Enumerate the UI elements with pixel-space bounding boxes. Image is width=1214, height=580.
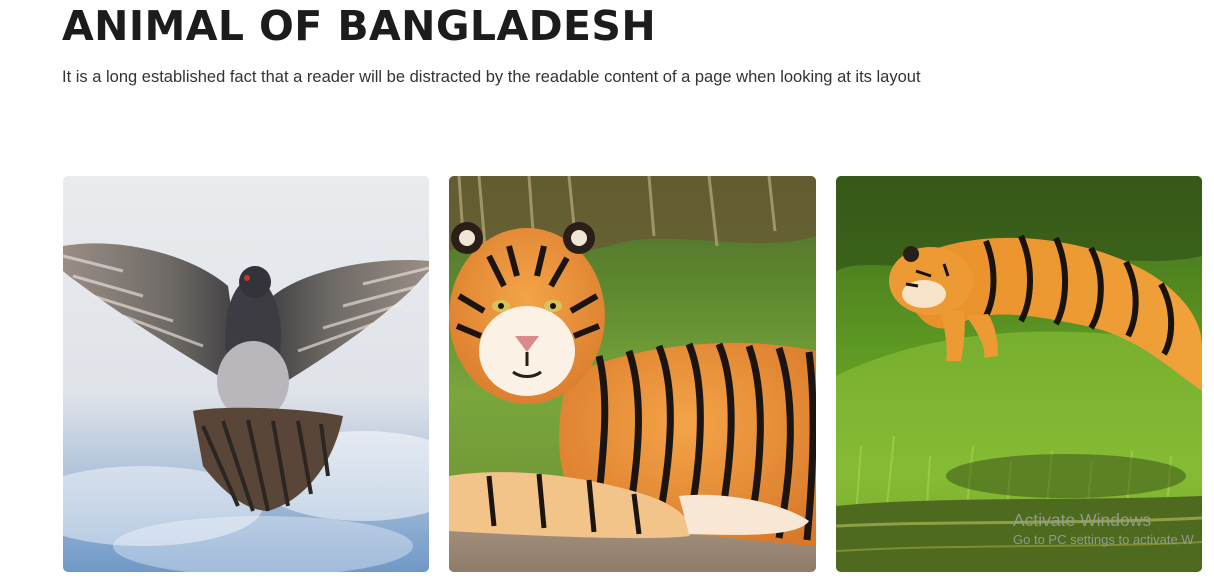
page-subtitle: It is a long established fact that a rea… (62, 68, 921, 86)
page-title: ANIMAL OF BANGLADESH (62, 2, 657, 50)
gallery-card-pigeon[interactable] (63, 176, 429, 572)
gallery-card-tiger-leaping[interactable] (836, 176, 1202, 572)
tiger-resting-image (449, 176, 816, 572)
tiger-leaping-image (836, 176, 1202, 572)
gallery-card-tiger-resting[interactable] (449, 176, 816, 572)
pigeon-image (63, 176, 429, 572)
